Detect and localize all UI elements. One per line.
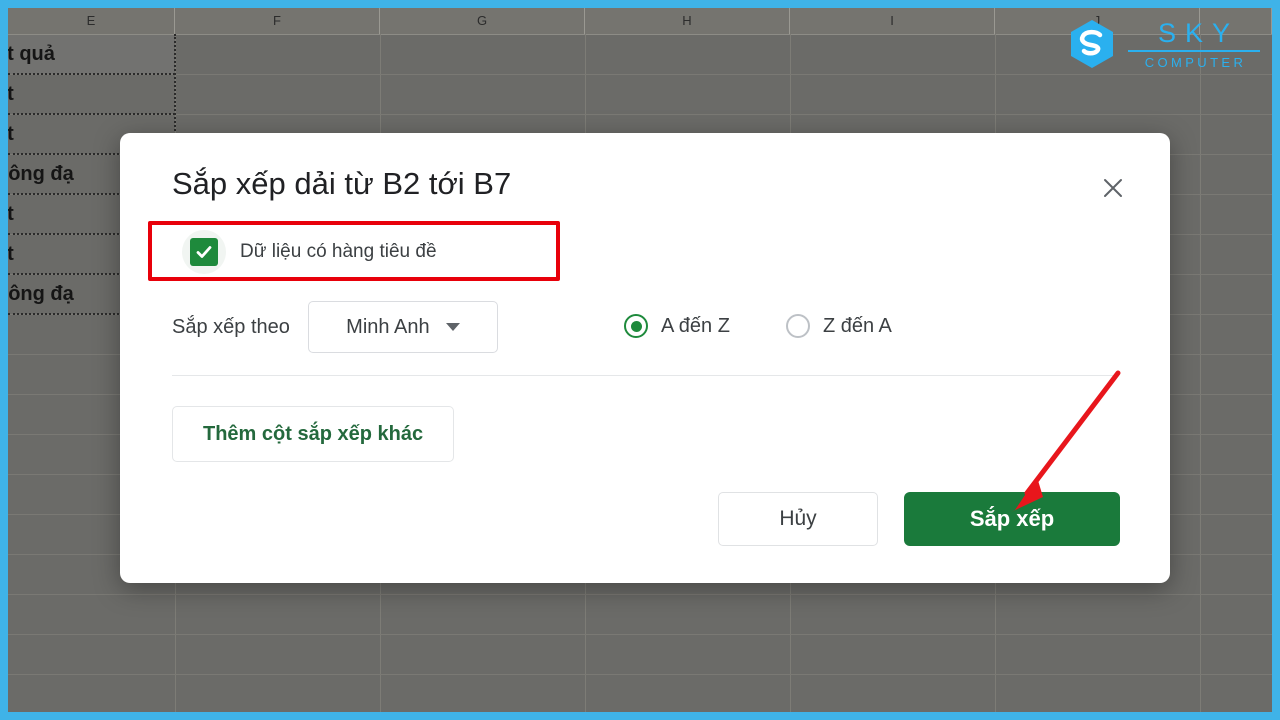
checkmark-icon <box>196 246 212 258</box>
sort-button[interactable]: Sắp xếp <box>904 492 1120 546</box>
column-header-g[interactable]: G <box>380 8 585 34</box>
dialog-title: Sắp xếp dải từ B2 tới B7 <box>172 166 512 201</box>
radio-z-to-a[interactable]: Z đến A <box>785 314 892 338</box>
column-header-e[interactable]: E <box>8 8 175 34</box>
radio-a-to-z-icon <box>624 314 648 338</box>
column-header-h[interactable]: H <box>585 8 790 34</box>
header-checkbox-row[interactable]: Dữ liệu có hàng tiêu đề <box>172 222 451 282</box>
logo-subtitle: COMPUTER <box>1144 54 1247 70</box>
logo-brand: SKY <box>1157 17 1240 48</box>
dialog-divider <box>172 375 1118 376</box>
radio-a-to-z-label: A đến Z <box>661 314 730 337</box>
grid-hline <box>8 634 1272 635</box>
sky-computer-logo: SKY COMPUTER <box>1066 18 1260 70</box>
grid-hline <box>8 114 1272 115</box>
sort-by-selected-value: Minh Anh <box>346 315 430 338</box>
close-icon[interactable] <box>1096 171 1130 205</box>
radio-a-to-z[interactable]: A đến Z <box>624 314 730 338</box>
checkbox-ripple <box>182 230 226 274</box>
sort-order-radio-group: A đến Z Z đến A <box>624 314 892 338</box>
chevron-down-icon <box>445 323 460 331</box>
sky-hex-s-logo-icon <box>1071 20 1113 68</box>
table-row[interactable]: ạt <box>8 75 174 114</box>
dialog-footer: Hủy Sắp xếp <box>718 492 1120 546</box>
sort-by-label: Sắp xếp theo <box>172 315 290 338</box>
grid-hline <box>8 74 1272 75</box>
logo-wordmark: SKY COMPUTER <box>1128 17 1260 70</box>
grid-vline <box>1200 34 1201 712</box>
selection-outline <box>8 73 175 75</box>
sort-by-row: Sắp xếp theo Minh Anh <box>172 301 498 353</box>
radio-dot <box>630 320 642 332</box>
screen-root: E F G H I J ết quả ạt <box>0 0 1280 720</box>
logo-rule <box>1128 49 1260 52</box>
radio-z-to-a-icon <box>785 314 810 338</box>
add-sort-column-button[interactable]: Thêm cột sắp xếp khác <box>172 406 455 462</box>
header-checkbox-label: Dữ liệu có hàng tiêu đề <box>240 241 437 262</box>
column-header-i[interactable]: I <box>790 8 995 34</box>
cancel-button[interactable]: Hủy <box>718 492 878 546</box>
sort-by-select[interactable]: Minh Anh <box>307 301 498 353</box>
radio-z-to-a-label: Z đến A <box>822 314 892 337</box>
selection-outline <box>8 113 175 115</box>
column-header-f[interactable]: F <box>175 8 380 34</box>
table-row[interactable]: ết quả <box>8 35 174 74</box>
close-x-icon <box>1104 179 1122 197</box>
header-data-checkbox[interactable] <box>190 238 218 266</box>
grid-hline <box>8 674 1272 675</box>
grid-hline <box>8 594 1272 595</box>
sort-range-dialog: Sắp xếp dải từ B2 tới B7 Dữ liệu có hàng… <box>120 133 1170 583</box>
